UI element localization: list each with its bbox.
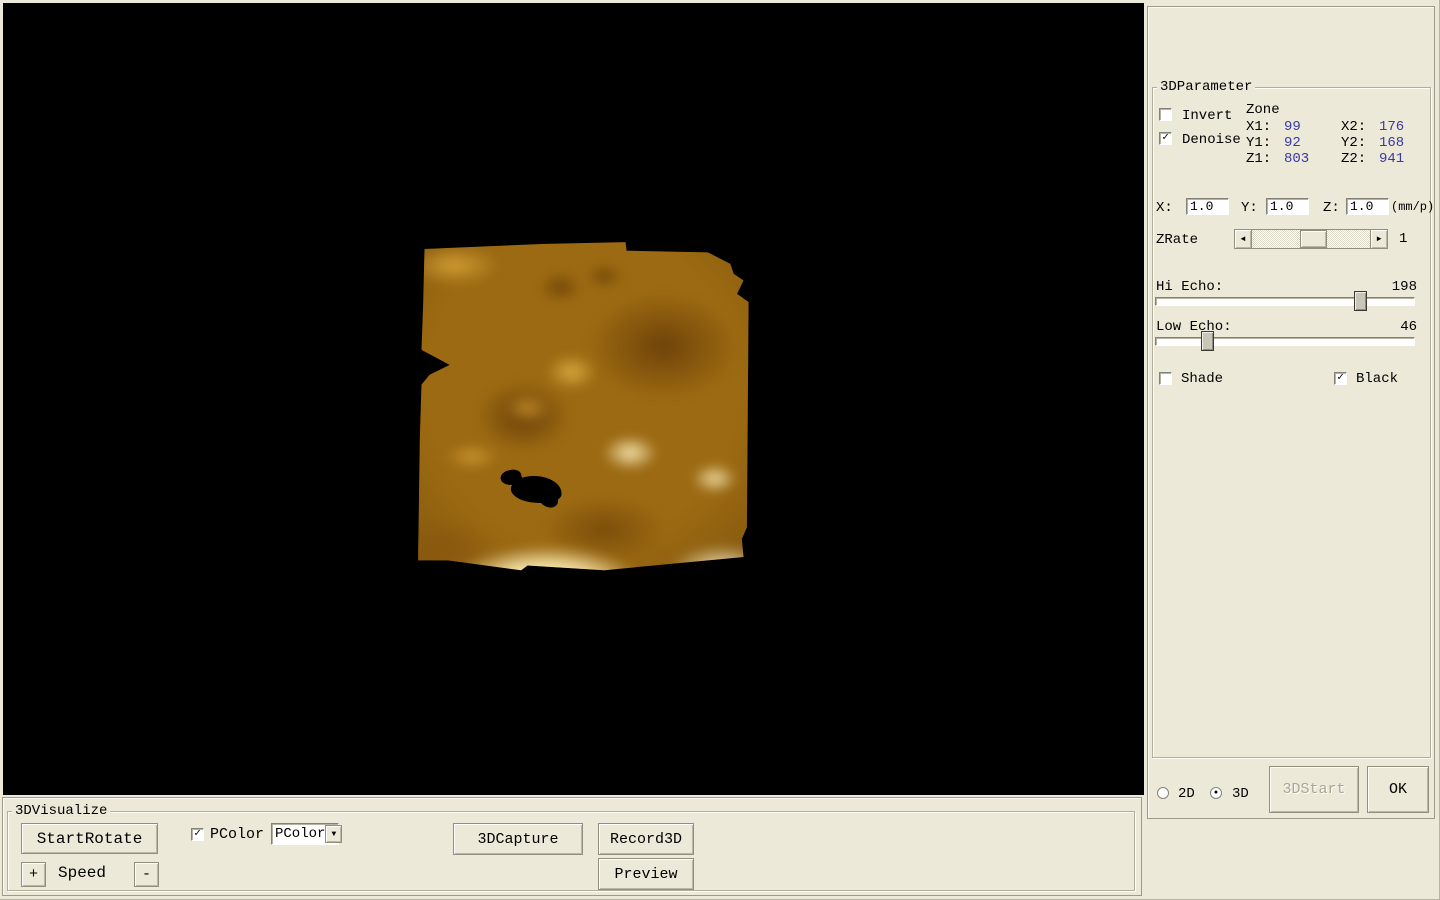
zrate-right-arrow-icon[interactable]: ► bbox=[1370, 229, 1388, 249]
zone-x2-value: 176 bbox=[1379, 119, 1404, 135]
zone-y1-label: Y1: bbox=[1246, 135, 1271, 151]
ok-button[interactable]: OK bbox=[1367, 766, 1429, 813]
denoise-label: Denoise bbox=[1182, 132, 1241, 148]
pcolor-checkbox[interactable]: ✓ bbox=[191, 828, 204, 841]
zrate-scrollbar: ◄ ► bbox=[1234, 229, 1388, 249]
chevron-down-icon[interactable]: ▼ bbox=[325, 825, 342, 843]
low-echo-thumb[interactable] bbox=[1201, 331, 1214, 351]
hi-echo-thumb[interactable] bbox=[1354, 291, 1367, 311]
ultrasound-3d-render[interactable] bbox=[413, 235, 752, 575]
black-checkbox[interactable]: ✓ bbox=[1334, 372, 1347, 385]
hi-echo-slider[interactable] bbox=[1155, 297, 1415, 306]
speed-minus-button[interactable]: - bbox=[134, 862, 159, 887]
scale-unit-label: (mm/p) bbox=[1391, 199, 1434, 215]
zone-label: Zone bbox=[1246, 102, 1280, 118]
hi-echo-label: Hi Echo: bbox=[1156, 279, 1223, 295]
zrate-track[interactable] bbox=[1252, 229, 1370, 249]
black-label: Black bbox=[1356, 371, 1398, 387]
scale-y-input[interactable] bbox=[1266, 198, 1309, 215]
invert-checkbox[interactable] bbox=[1159, 108, 1172, 121]
zone-y2-label: Y2: bbox=[1341, 135, 1366, 151]
zone-x1-label: X1: bbox=[1246, 119, 1271, 135]
pcolor-dropdown[interactable]: PColor ▼ bbox=[271, 823, 339, 845]
zone-y1-value: 92 bbox=[1284, 135, 1301, 151]
hi-echo-value: 198 bbox=[1392, 279, 1417, 295]
visualize-bar: 3DVisualize StartRotate + Speed - ✓ PCol… bbox=[2, 797, 1142, 896]
mode-3d-label: 3D bbox=[1232, 786, 1249, 802]
mode-3d-radio[interactable]: ● bbox=[1210, 787, 1222, 799]
zrate-value: 1 bbox=[1399, 231, 1407, 247]
record-3d-button[interactable]: Record3D bbox=[598, 823, 694, 855]
low-echo-label: Low Echo: bbox=[1156, 319, 1232, 335]
start-3d-button[interactable]: 3DStart bbox=[1269, 766, 1359, 813]
parameter-groupbox: 3DParameter bbox=[1152, 87, 1431, 758]
denoise-checkbox[interactable]: ✓ bbox=[1159, 132, 1172, 145]
zrate-thumb[interactable] bbox=[1300, 230, 1327, 248]
zone-x1-value: 99 bbox=[1284, 119, 1301, 135]
zone-z1-label: Z1: bbox=[1246, 151, 1271, 167]
mode-2d-radio[interactable] bbox=[1157, 787, 1169, 799]
pcolor-label: PColor bbox=[210, 827, 264, 843]
zone-z2-label: Z2: bbox=[1341, 151, 1366, 167]
zone-z1-value: 803 bbox=[1284, 151, 1309, 167]
scale-y-label: Y: bbox=[1241, 200, 1258, 216]
render-texture bbox=[413, 235, 752, 575]
visualize-group-title: 3DVisualize bbox=[12, 803, 110, 819]
scale-z-label: Z: bbox=[1323, 200, 1340, 216]
shade-checkbox[interactable] bbox=[1159, 372, 1172, 385]
start-rotate-button[interactable]: StartRotate bbox=[21, 823, 158, 854]
render-viewport[interactable] bbox=[3, 3, 1144, 795]
invert-label: Invert bbox=[1182, 108, 1232, 124]
speed-label: Speed bbox=[58, 865, 106, 881]
parameter-dialog: 3DParameter Invert ✓ Denoise Zone X1: 99… bbox=[1147, 6, 1435, 819]
mode-2d-label: 2D bbox=[1178, 786, 1195, 802]
scale-z-input[interactable] bbox=[1346, 198, 1389, 215]
speed-plus-button[interactable]: + bbox=[21, 862, 46, 887]
capture-3d-button[interactable]: 3DCapture bbox=[453, 823, 583, 855]
low-echo-slider[interactable] bbox=[1155, 337, 1415, 346]
scale-x-input[interactable] bbox=[1186, 198, 1229, 215]
zone-x2-label: X2: bbox=[1341, 119, 1366, 135]
zone-y2-value: 168 bbox=[1379, 135, 1404, 151]
zrate-label: ZRate bbox=[1156, 232, 1198, 248]
low-echo-value: 46 bbox=[1400, 319, 1417, 335]
zrate-left-arrow-icon[interactable]: ◄ bbox=[1234, 229, 1252, 249]
shade-label: Shade bbox=[1181, 371, 1223, 387]
parameter-group-title: 3DParameter bbox=[1157, 79, 1255, 95]
scale-x-label: X: bbox=[1156, 200, 1173, 216]
preview-button[interactable]: Preview bbox=[598, 858, 694, 890]
zone-z2-value: 941 bbox=[1379, 151, 1404, 167]
pcolor-dropdown-value: PColor bbox=[272, 826, 325, 842]
